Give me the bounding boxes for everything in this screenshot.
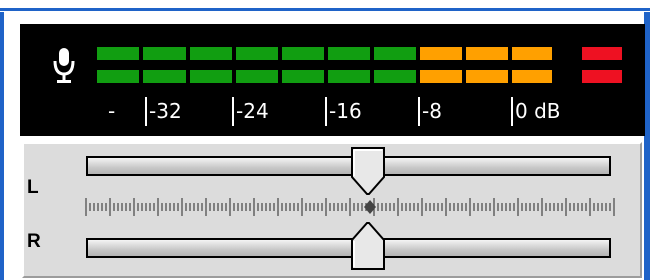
meter-clip-indicator <box>582 70 622 83</box>
gain-balance-panel: L R <box>22 142 642 278</box>
level-meter-panel: - -32 -24 -16 -8 0 dB <box>20 24 645 136</box>
meter-segment <box>466 47 508 60</box>
right-channel-label: R <box>27 231 41 252</box>
meter-segment <box>420 47 462 60</box>
meter-segment <box>282 47 324 60</box>
meter-segment <box>143 47 186 60</box>
db-scale-tick <box>232 97 234 126</box>
meter-segment <box>374 47 416 60</box>
meter-segment <box>512 47 552 60</box>
meter-clip-indicator <box>582 47 622 60</box>
microphone-icon[interactable] <box>52 47 76 87</box>
meter-segment <box>282 70 324 83</box>
db-scale-label: -16 <box>329 99 362 123</box>
gain-ruler <box>85 198 615 216</box>
left-channel-label: L <box>27 177 39 198</box>
meter-segment <box>190 70 232 83</box>
meter-segment <box>328 70 370 83</box>
db-scale-tick <box>145 97 147 126</box>
db-scale-label: 0 dB <box>515 99 561 123</box>
meter-segment <box>97 47 139 60</box>
window-left-border <box>0 12 4 280</box>
db-scale-tick <box>511 97 513 126</box>
meter-segment <box>236 70 278 83</box>
meter-segment <box>420 70 462 83</box>
db-scale-tick <box>325 97 327 126</box>
meter-segment <box>236 47 278 60</box>
db-scale-label: - <box>108 99 116 123</box>
db-scale-tick <box>418 97 420 126</box>
meter-segment <box>328 47 370 60</box>
db-scale-label: -8 <box>422 99 442 123</box>
db-scale-label: -32 <box>149 99 182 123</box>
meter-segment <box>466 70 508 83</box>
meter-segment <box>143 70 186 83</box>
window-top-border <box>0 8 650 11</box>
left-gain-slider-thumb[interactable] <box>348 147 388 195</box>
meter-segment <box>97 70 139 83</box>
window-top-strip <box>0 0 650 12</box>
right-gain-slider-thumb[interactable] <box>348 222 388 270</box>
meter-segment <box>374 70 416 83</box>
meter-segment <box>190 47 232 60</box>
meter-segment <box>512 70 552 83</box>
db-scale-label: -24 <box>236 99 269 123</box>
